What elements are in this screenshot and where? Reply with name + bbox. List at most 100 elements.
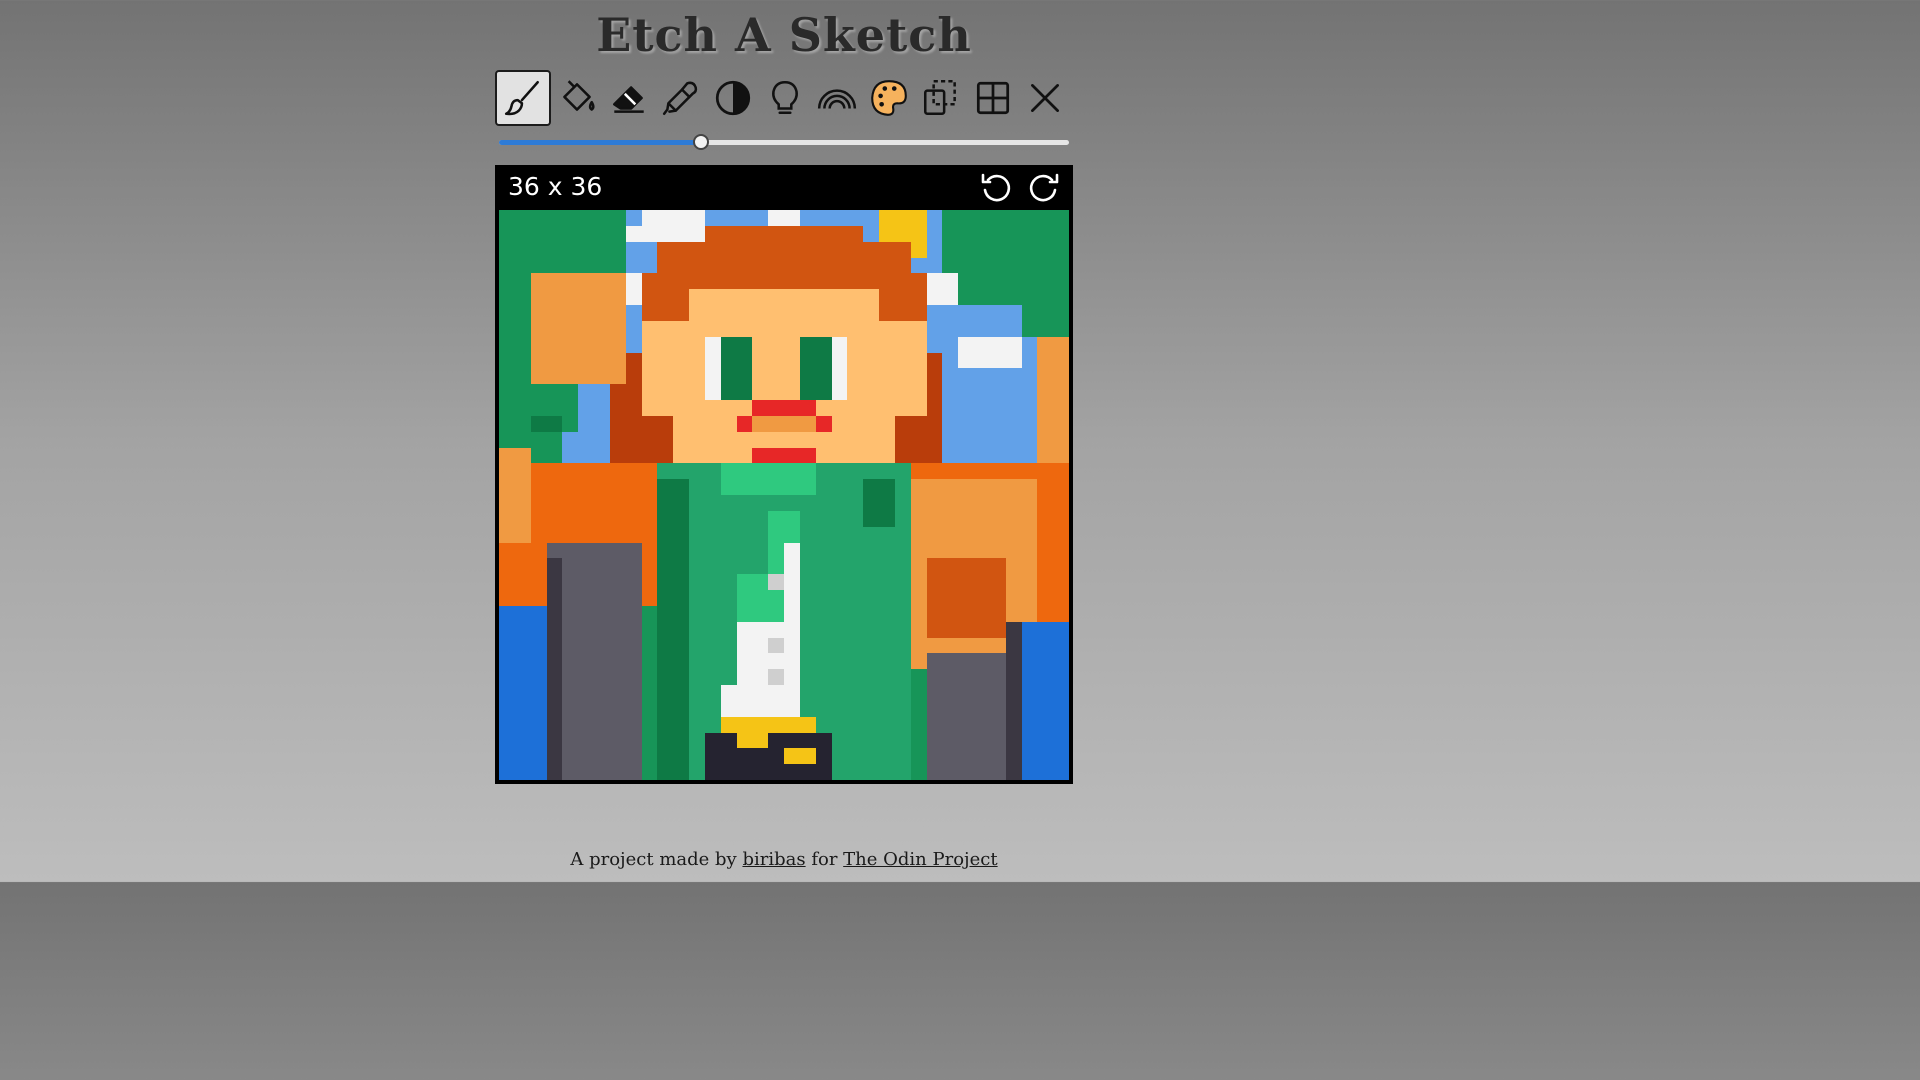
pixel-cell[interactable] (1005, 764, 1022, 781)
pixel-cell[interactable] (625, 431, 642, 448)
pixel-cell[interactable] (689, 558, 706, 575)
pixel-cell[interactable] (752, 241, 769, 258)
pixel-cell[interactable] (989, 748, 1007, 765)
pixel-cell[interactable] (720, 669, 737, 686)
pixel-cell[interactable] (625, 590, 642, 607)
pixel-cell[interactable] (989, 590, 1007, 607)
pixel-cell[interactable] (641, 764, 658, 781)
pixel-cell[interactable] (1021, 653, 1038, 670)
pixel-cell[interactable] (594, 225, 611, 243)
pixel-cell[interactable] (910, 289, 927, 306)
pixel-cell[interactable] (894, 542, 912, 559)
pixel-cell[interactable] (673, 305, 690, 322)
pixel-cell[interactable] (736, 558, 753, 575)
pixel-cell[interactable] (799, 289, 817, 306)
pixel-cell[interactable] (704, 685, 722, 702)
grid-size-slider[interactable] (499, 134, 1069, 152)
pixel-cell[interactable] (1053, 257, 1070, 274)
pixel-cell[interactable] (831, 257, 848, 274)
pixel-cell[interactable] (974, 748, 991, 765)
pixel-cell[interactable] (514, 463, 532, 480)
pixel-cell[interactable] (704, 748, 722, 765)
pixel-cell[interactable] (1005, 463, 1022, 480)
pixel-cell[interactable] (989, 273, 1007, 290)
pixel-cell[interactable] (847, 305, 864, 322)
pixel-cell[interactable] (499, 748, 516, 765)
pixel-cell[interactable] (768, 558, 785, 575)
pixel-cell[interactable] (499, 558, 516, 575)
pixel-cell[interactable] (1005, 558, 1022, 575)
pixel-cell[interactable] (578, 510, 595, 528)
pixel-cell[interactable] (720, 653, 737, 670)
pixel-cell[interactable] (784, 479, 801, 496)
pixel-cell[interactable] (657, 384, 674, 401)
pixel-cell[interactable] (768, 669, 785, 686)
pixel-cell[interactable] (673, 352, 690, 369)
pixel-cell[interactable] (562, 273, 579, 290)
pixel-cell[interactable] (546, 621, 563, 638)
pixel-cell[interactable] (578, 748, 595, 765)
pixel-cell[interactable] (752, 289, 769, 306)
pixel-cell[interactable] (926, 495, 943, 512)
pixel-cell[interactable] (720, 415, 737, 433)
pixel-cell[interactable] (784, 653, 801, 670)
pixel-cell[interactable] (910, 653, 927, 670)
pixel-cell[interactable] (752, 748, 769, 765)
pixel-cell[interactable] (546, 605, 563, 623)
pixel-cell[interactable] (499, 542, 516, 559)
pixel-cell[interactable] (1005, 574, 1022, 591)
pixel-cell[interactable] (641, 526, 658, 543)
pixel-cell[interactable] (673, 685, 690, 702)
pixel-cell[interactable] (594, 336, 611, 353)
pixel-cell[interactable] (910, 336, 927, 353)
pixel-cell[interactable] (910, 574, 927, 591)
pixel-cell[interactable] (879, 415, 896, 433)
pixel-cell[interactable] (594, 669, 611, 686)
pixel-cell[interactable] (799, 368, 817, 385)
pixel-cell[interactable] (1037, 289, 1054, 306)
pixel-cell[interactable] (1037, 748, 1054, 765)
pixel-cell[interactable] (942, 495, 959, 512)
pixel-cell[interactable] (989, 621, 1007, 638)
pixel-cell[interactable] (1021, 431, 1038, 448)
pixel-cell[interactable] (499, 764, 516, 781)
pixel-cell[interactable] (689, 210, 706, 227)
pixel-cell[interactable] (847, 510, 864, 528)
pixel-cell[interactable] (673, 526, 690, 543)
pixel-cell[interactable] (847, 241, 864, 258)
pixel-cell[interactable] (657, 700, 674, 718)
pixel-cell[interactable] (673, 716, 690, 733)
pixel-cell[interactable] (673, 764, 690, 781)
pixel-cell[interactable] (1021, 510, 1038, 528)
pixel-cell[interactable] (942, 700, 959, 718)
pixel-cell[interactable] (657, 463, 674, 480)
pixel-cell[interactable] (704, 415, 722, 433)
pixel-cell[interactable] (863, 748, 880, 765)
pixel-cell[interactable] (530, 352, 547, 369)
pixel-cell[interactable] (657, 526, 674, 543)
pixel-cell[interactable] (894, 479, 912, 496)
pixel-cell[interactable] (530, 574, 547, 591)
pixel-cell[interactable] (894, 558, 912, 575)
brush-tool-button[interactable] (495, 70, 551, 126)
pixel-cell[interactable] (894, 415, 912, 433)
pixel-cell[interactable] (847, 400, 864, 417)
pixel-cell[interactable] (530, 669, 547, 686)
pixel-cell[interactable] (1005, 605, 1022, 623)
pixel-cell[interactable] (578, 352, 595, 369)
pixel-cell[interactable] (578, 716, 595, 733)
pixel-cell[interactable] (768, 700, 785, 718)
pixel-cell[interactable] (736, 431, 753, 448)
pixel-cell[interactable] (1037, 653, 1054, 670)
pixel-cell[interactable] (546, 241, 563, 258)
pixel-cell[interactable] (720, 605, 737, 623)
pixel-cell[interactable] (657, 495, 674, 512)
pixel-cell[interactable] (609, 748, 627, 765)
pixel-cell[interactable] (578, 732, 595, 749)
pixel-cell[interactable] (673, 336, 690, 353)
pixel-cell[interactable] (942, 669, 959, 686)
pixel-cell[interactable] (720, 732, 737, 749)
pixel-cell[interactable] (1021, 368, 1038, 385)
pixel-cell[interactable] (514, 716, 532, 733)
pixel-cell[interactable] (530, 526, 547, 543)
